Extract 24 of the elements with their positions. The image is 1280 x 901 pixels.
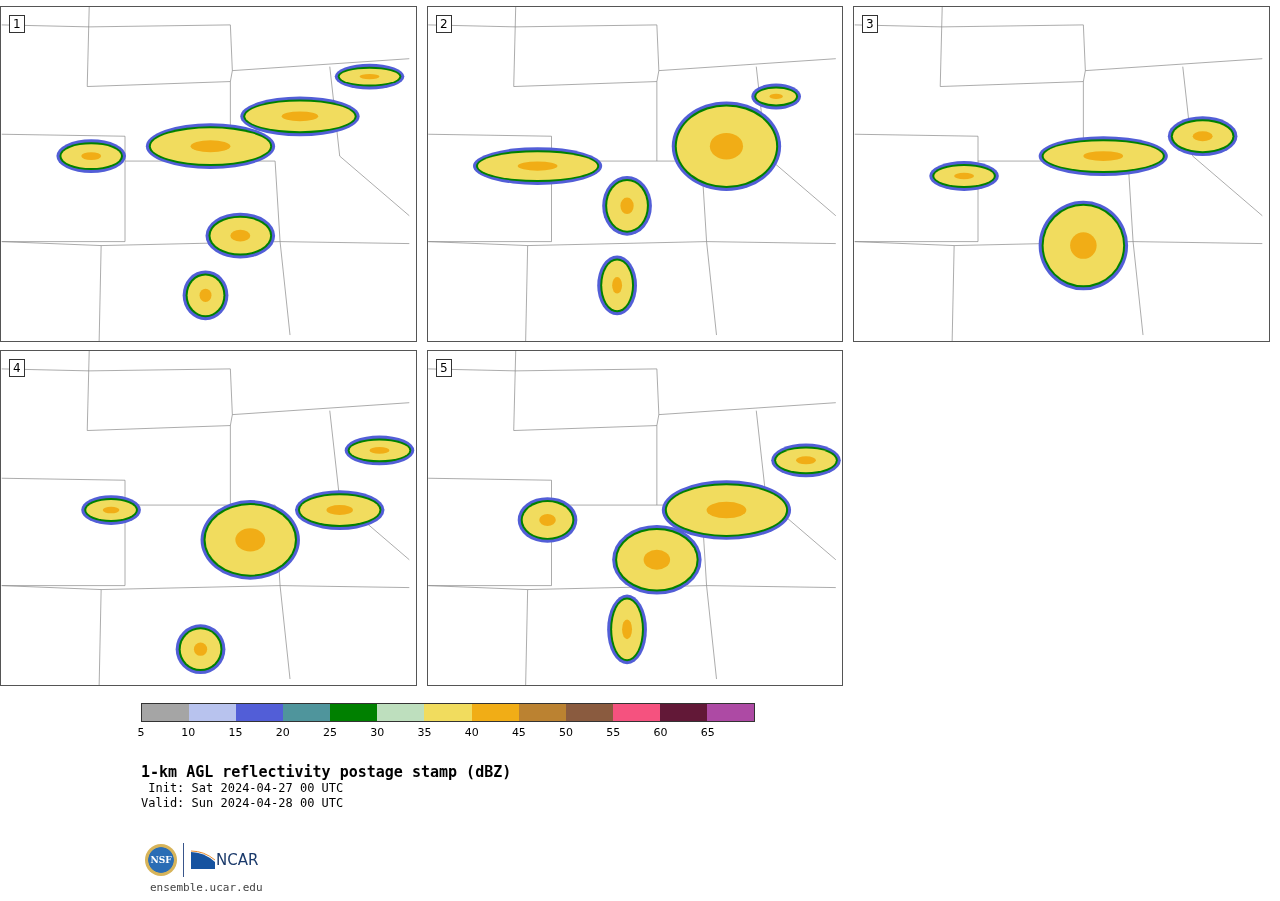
tick-label: 20 — [275, 726, 290, 739]
ncar-logo: NCAR — [190, 850, 259, 870]
tick-label: 35 — [417, 726, 432, 739]
init-time: Init: Sat 2024-04-27 00 UTC — [147, 781, 344, 796]
panel-number: 4 — [9, 359, 25, 377]
chart-title: 1-km AGL reflectivity postage stamp (dBZ) — [141, 763, 512, 781]
tick-label: 15 — [228, 726, 243, 739]
tick-label: 45 — [511, 726, 526, 739]
panel-number: 5 — [436, 359, 452, 377]
tick-label: 30 — [370, 726, 385, 739]
tick-label: 65 — [700, 726, 715, 739]
tick-label: 25 — [322, 726, 337, 739]
panel-number: 2 — [436, 15, 452, 33]
tick-label: 60 — [653, 726, 668, 739]
tick-label: 55 — [606, 726, 621, 739]
tick-label: 10 — [181, 726, 196, 739]
tick-label: 40 — [464, 726, 479, 739]
tick-label: 50 — [559, 726, 574, 739]
valid-time: Valid: Sun 2024-04-28 00 UTC — [141, 796, 344, 811]
website-url: ensemble.ucar.edu — [150, 881, 263, 894]
nsf-logo: NSF — [145, 844, 177, 876]
tick-label: 5 — [137, 726, 145, 739]
panel-number: 3 — [862, 15, 878, 33]
panel-number: 1 — [9, 15, 25, 33]
